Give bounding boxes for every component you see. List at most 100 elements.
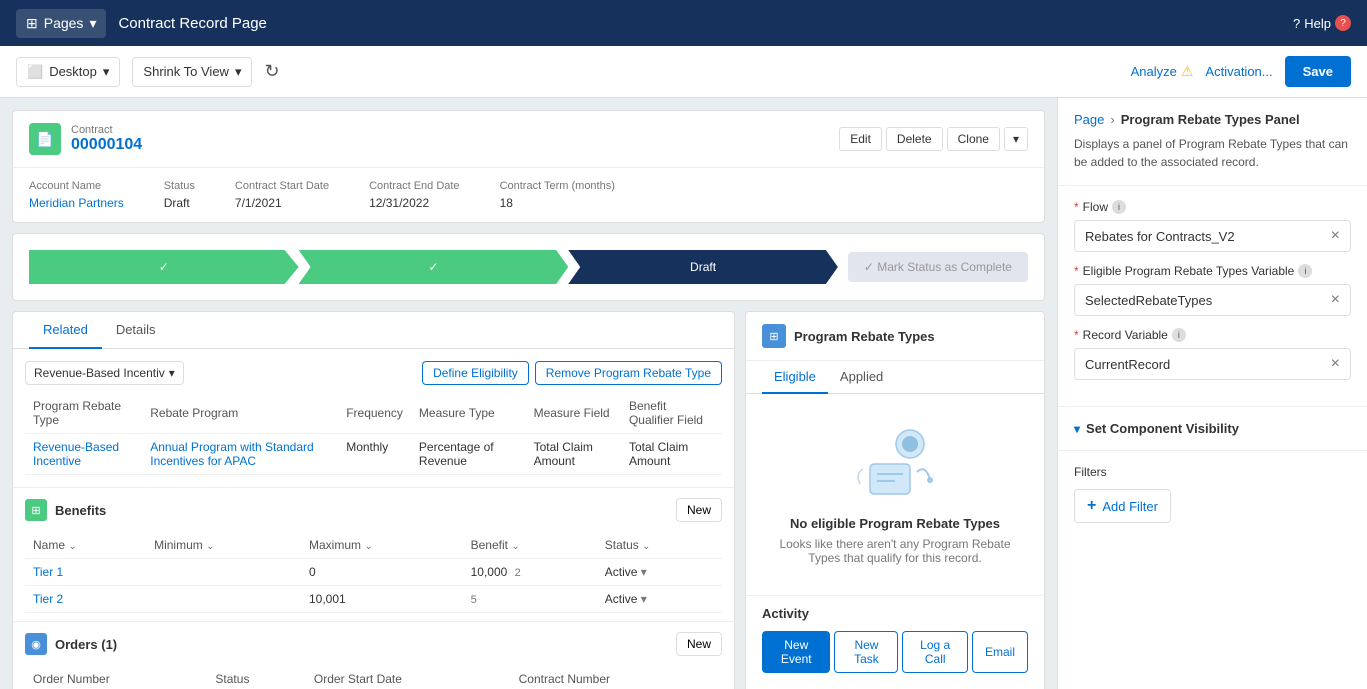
rebate-dropdown-chevron: ▾ (169, 366, 175, 380)
orders-new-button[interactable]: New (676, 632, 722, 656)
empty-title: No eligible Program Rebate Types (790, 516, 1000, 531)
eligible-var-clear-button[interactable]: × (1331, 291, 1340, 309)
activation-label: Activation... (1205, 64, 1272, 79)
rebate-table: Program Rebate Type Rebate Program Frequ… (25, 393, 722, 475)
tab-details[interactable]: Details (102, 312, 170, 349)
sidebar-header: Page › Program Rebate Types Panel Displa… (1058, 98, 1367, 186)
record-var-input[interactable]: CurrentRecord × (1074, 348, 1351, 380)
col-benefit-qualifier: Benefit Qualifier Field (621, 393, 722, 434)
progress-step-2[interactable]: ✓ (299, 250, 569, 284)
prt-icon: ⊞ (762, 324, 786, 348)
flow-section: * Flow i Rebates for Contracts_V2 × * El… (1058, 186, 1367, 407)
empty-illustration (845, 424, 945, 504)
clone-button[interactable]: Clone (947, 127, 1000, 151)
record-var-label-text: Record Variable (1083, 328, 1168, 342)
email-button[interactable]: Email (972, 631, 1028, 673)
activation-button[interactable]: Activation... (1205, 64, 1272, 79)
toolbar: ⬜ Desktop ▾ Shrink To View ▾ ↻ Analyze ⚠… (0, 46, 1367, 98)
flow-input[interactable]: Rebates for Contracts_V2 × (1074, 220, 1351, 252)
col-type: Program Rebate Type (25, 393, 142, 434)
related-content: Revenue-Based Incentiv ▾ Define Eligibil… (13, 349, 734, 487)
benefits-table: Name ⌄ Minimum ⌄ Maximum ⌄ Benefit ⌄ Sta… (25, 532, 722, 613)
rebate-action-buttons: Define Eligibility Remove Program Rebate… (422, 361, 722, 385)
contract-header: 📄 Contract 00000104 Edit Delete Clone ▾ (13, 111, 1044, 168)
tier2-chevron-icon[interactable]: ▾ (641, 592, 647, 606)
orders-col-contract: Contract Number (511, 666, 722, 689)
remove-rebate-button[interactable]: Remove Program Rebate Type (535, 361, 722, 385)
orders-col-status: Status (207, 666, 305, 689)
program-rebate-header: Revenue-Based Incentiv ▾ Define Eligibil… (25, 361, 722, 385)
flow-label-text: Flow (1083, 200, 1108, 214)
help-button[interactable]: ? Help ? (1293, 15, 1351, 31)
account-label: Account Name (29, 180, 124, 192)
step3-label: Draft (690, 260, 716, 274)
status-filter-icon[interactable]: ⌄ (642, 541, 650, 552)
tab-related[interactable]: Related (29, 312, 102, 349)
help-badge: ? (1335, 15, 1351, 31)
tier2-status: Active ▾ (597, 586, 722, 613)
pages-icon: ⊞ (26, 15, 38, 32)
eligible-var-field: * Eligible Program Rebate Types Variable… (1074, 264, 1351, 316)
progress-step-3[interactable]: Draft (568, 250, 838, 284)
view-label: Shrink To View (143, 64, 229, 79)
prt-tab-eligible[interactable]: Eligible (762, 361, 828, 394)
add-filter-button[interactable]: + Add Filter (1074, 489, 1171, 523)
desktop-icon: ⬜ (27, 64, 43, 80)
mark-status-button[interactable]: ✓ Mark Status as Complete (848, 252, 1028, 282)
activity-section: Activity New Event New Task Log a Call E… (746, 595, 1044, 673)
analyze-button[interactable]: Analyze ⚠ (1131, 63, 1194, 80)
prt-tabs: Eligible Applied (746, 361, 1044, 394)
rebate-type-dropdown[interactable]: Revenue-Based Incentiv ▾ (25, 361, 184, 385)
benefits-row-2: Tier 2 10,001 5 Active ▾ (25, 586, 722, 613)
tier1-chevron-icon[interactable]: ▾ (641, 565, 647, 579)
term-label: Contract Term (months) (500, 180, 615, 192)
row-measure-field: Total Claim Amount (526, 434, 621, 475)
contract-number[interactable]: 00000104 (71, 136, 142, 154)
new-task-button[interactable]: New Task (834, 631, 898, 673)
row-type[interactable]: Revenue-Based Incentive (25, 434, 142, 475)
save-button[interactable]: Save (1285, 56, 1351, 87)
account-value[interactable]: Meridian Partners (29, 196, 124, 210)
record-var-value: CurrentRecord (1085, 357, 1331, 372)
flow-info-icon[interactable]: i (1112, 200, 1126, 214)
flow-label: * Flow i (1074, 200, 1351, 214)
panel-tabs: Related Details (13, 312, 734, 349)
new-event-button[interactable]: New Event (762, 631, 830, 673)
step1-check-icon: ✓ (159, 260, 169, 274)
record-info-icon[interactable]: i (1172, 328, 1186, 342)
breadcrumb-page-link[interactable]: Page (1074, 112, 1104, 127)
flow-clear-button[interactable]: × (1331, 227, 1340, 245)
breadcrumb-separator: › (1110, 112, 1114, 127)
pages-button[interactable]: ⊞ Pages ▾ (16, 9, 106, 38)
prt-tab-applied[interactable]: Applied (828, 361, 895, 394)
desktop-dropdown[interactable]: ⬜ Desktop ▾ (16, 57, 120, 87)
progress-step-1[interactable]: ✓ (29, 250, 299, 284)
name-filter-icon[interactable]: ⌄ (68, 541, 76, 552)
edit-button[interactable]: Edit (839, 127, 882, 151)
activity-header: Activity (746, 596, 1044, 631)
view-dropdown[interactable]: Shrink To View ▾ (132, 57, 252, 87)
define-eligibility-button[interactable]: Define Eligibility (422, 361, 529, 385)
eligible-var-input[interactable]: SelectedRebateTypes × (1074, 284, 1351, 316)
refresh-button[interactable]: ↻ (264, 61, 279, 82)
eligible-info-icon[interactable]: i (1298, 264, 1312, 278)
prt-panel-header: ⊞ Program Rebate Types (746, 312, 1044, 361)
row-program[interactable]: Annual Program with Standard Incentives … (142, 434, 338, 475)
delete-button[interactable]: Delete (886, 127, 943, 151)
benefits-col-name: Name ⌄ (25, 532, 146, 559)
benefit-filter-icon[interactable]: ⌄ (511, 541, 519, 552)
benefits-col-benefit: Benefit ⌄ (463, 532, 597, 559)
record-var-clear-button[interactable]: × (1331, 355, 1340, 373)
rebate-dropdown-label: Revenue-Based Incentiv (34, 366, 165, 380)
min-filter-icon[interactable]: ⌄ (206, 541, 214, 552)
top-navigation: ⊞ Pages ▾ Contract Record Page ? Help ? (0, 0, 1367, 46)
log-call-button[interactable]: Log a Call (902, 631, 968, 673)
tier1-name[interactable]: Tier 1 (25, 559, 146, 586)
help-label: Help (1304, 16, 1331, 31)
contract-actions: Edit Delete Clone ▾ (839, 127, 1028, 151)
set-visibility-toggle[interactable]: ▾ Set Component Visibility (1058, 407, 1367, 451)
max-filter-icon[interactable]: ⌄ (364, 541, 372, 552)
tier2-name[interactable]: Tier 2 (25, 586, 146, 613)
more-button[interactable]: ▾ (1004, 127, 1028, 151)
benefits-new-button[interactable]: New (676, 498, 722, 522)
